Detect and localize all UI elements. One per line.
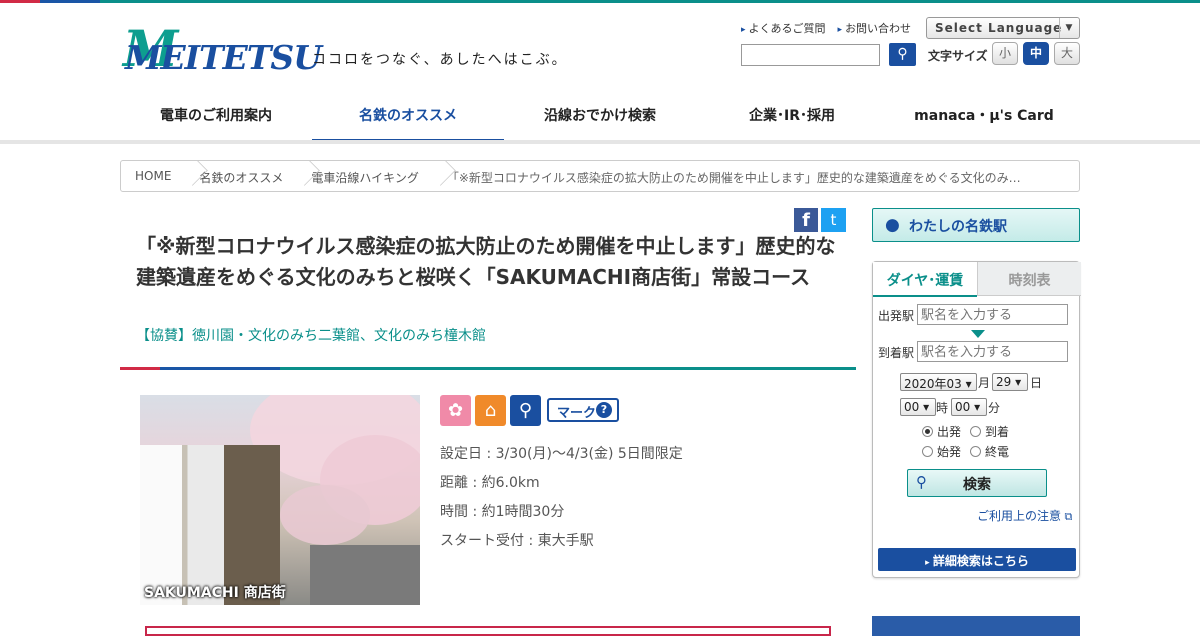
- tagline: ココロをつなぐ、あしたへはこぶ。: [312, 52, 568, 68]
- to-label: 到着駅: [878, 346, 915, 360]
- nav-divider: [0, 140, 1200, 144]
- hour-unit: 時: [936, 401, 949, 415]
- photo-caption: SAKUMACHI 商店街: [144, 585, 286, 601]
- sakura-icon: ✿: [440, 395, 471, 426]
- nav-manaca[interactable]: manaca・μ's Card: [888, 92, 1080, 144]
- faq-link[interactable]: よくあるご質問: [741, 20, 826, 36]
- search-icon: ⚲: [897, 46, 908, 62]
- detail-start: スタート受付 : 東大手駅: [440, 533, 594, 549]
- font-size-large-button[interactable]: 大: [1054, 42, 1080, 65]
- detail-date: 設定日 : 3/30(月)～4/3(金) 5日間限定: [440, 446, 683, 462]
- font-size-small-button[interactable]: 小: [992, 42, 1018, 65]
- my-station-button[interactable]: ● わたしの名鉄駅: [872, 208, 1080, 242]
- chevron-down-icon: ▼: [1059, 18, 1079, 38]
- hour-select[interactable]: 00 ▾: [900, 398, 936, 416]
- tab-active-indicator: [873, 295, 977, 297]
- title-rule: [120, 367, 856, 370]
- course-photo: SAKUMACHI 商店街: [140, 395, 420, 605]
- breadcrumb-recommend[interactable]: 名鉄のオススメ: [185, 161, 297, 191]
- radio-last[interactable]: 終電: [970, 443, 1009, 460]
- route-search-label: 検索: [963, 477, 991, 493]
- search-icon: ⚲: [510, 395, 541, 426]
- to-station-input[interactable]: [917, 341, 1068, 362]
- minute-unit: 分: [988, 401, 1001, 415]
- logo-text: MEITETSU: [125, 38, 322, 77]
- detail-search-button[interactable]: 詳細検索はこちら: [878, 548, 1076, 571]
- nav-outing-search[interactable]: 沿線おでかけ検索: [504, 92, 696, 144]
- meitetsu-logo[interactable]: M MEITETSU: [123, 24, 322, 78]
- mark-label: マーク: [557, 406, 597, 421]
- nav-corporate[interactable]: 企業･IR･採用: [696, 92, 888, 144]
- contact-link[interactable]: お問い合わせ: [838, 20, 911, 36]
- breadcrumb: HOME 名鉄のオススメ 電車沿線ハイキング 「※新型コロナウイルス感染症の拡大…: [120, 160, 1080, 192]
- arrow-down-icon: [971, 330, 985, 338]
- radio-depart[interactable]: 出発: [922, 423, 961, 440]
- pin-icon: ●: [885, 215, 900, 235]
- tab-fare[interactable]: ダイヤ･運賃: [873, 262, 977, 296]
- help-icon: ?: [596, 402, 612, 418]
- detail-distance: 距離 : 約6.0km: [440, 475, 540, 491]
- route-search-button[interactable]: ⚲ 検索: [907, 469, 1047, 497]
- sponsor-text: 【協賛】徳川園・文化のみち二葉館、文化のみち橦木館: [136, 328, 486, 344]
- from-label: 出発駅: [878, 309, 915, 323]
- route-search-panel: ダイヤ･運賃 時刻表 出発駅 到着駅 2020年03 ▾ 月 29 ▾ 日 00…: [872, 261, 1081, 578]
- nav-train-guide[interactable]: 電車のご利用案内: [120, 92, 312, 144]
- day-unit: 日: [1030, 376, 1043, 390]
- language-select[interactable]: Select Language ▼: [926, 17, 1080, 39]
- utility-links: よくあるご質問 お問い合わせ: [741, 20, 912, 36]
- page-title: 「※新型コロナウイルス感染症の拡大防止のため開催を中止します」歴史的な建築遺産を…: [136, 234, 836, 289]
- mark-help-button[interactable]: マーク ?: [547, 398, 619, 422]
- from-station-input[interactable]: [917, 304, 1068, 325]
- search-icon: ⚲: [916, 473, 927, 491]
- site-search-button[interactable]: ⚲: [889, 43, 916, 66]
- language-select-label: Select Language: [935, 21, 1063, 35]
- breadcrumb-hiking[interactable]: 電車沿線ハイキング: [297, 161, 432, 191]
- twitter-icon: t: [830, 211, 837, 229]
- nav-recommend[interactable]: 名鉄のオススメ: [312, 92, 504, 144]
- radio-first[interactable]: 始発: [922, 443, 961, 460]
- twitter-share-button[interactable]: t: [821, 208, 846, 232]
- font-size-medium-button[interactable]: 中: [1023, 42, 1049, 65]
- notice-link[interactable]: ご利用上の注意: [977, 507, 1072, 524]
- font-size-label: 文字サイズ: [928, 49, 988, 63]
- month-unit: 月: [978, 376, 991, 390]
- year-month-select[interactable]: 2020年03 ▾: [900, 373, 977, 391]
- facebook-share-button[interactable]: f: [794, 208, 818, 232]
- sidebar-banner: [872, 616, 1080, 636]
- day-select[interactable]: 29 ▾: [992, 373, 1028, 391]
- top-accent-bar: [0, 0, 1200, 3]
- site-search-input[interactable]: [741, 44, 880, 66]
- notice-box: [145, 626, 831, 636]
- tab-timetable[interactable]: 時刻表: [977, 262, 1081, 296]
- radio-arrive[interactable]: 到着: [970, 423, 1009, 440]
- my-station-label: わたしの名鉄駅: [909, 219, 1007, 235]
- global-nav: 電車のご利用案内 名鉄のオススメ 沿線おでかけ検索 企業･IR･採用 manac…: [120, 92, 1080, 144]
- minute-select[interactable]: 00 ▾: [951, 398, 987, 416]
- detail-time: 時間 : 約1時間30分: [440, 504, 565, 520]
- breadcrumb-current: 「※新型コロナウイルス感染症の拡大防止のため開催を中止します」歴史的な建築遺産を…: [433, 161, 1035, 191]
- house-icon: ⌂: [475, 395, 506, 426]
- breadcrumb-home[interactable]: HOME: [121, 161, 185, 191]
- facebook-icon: f: [802, 210, 810, 231]
